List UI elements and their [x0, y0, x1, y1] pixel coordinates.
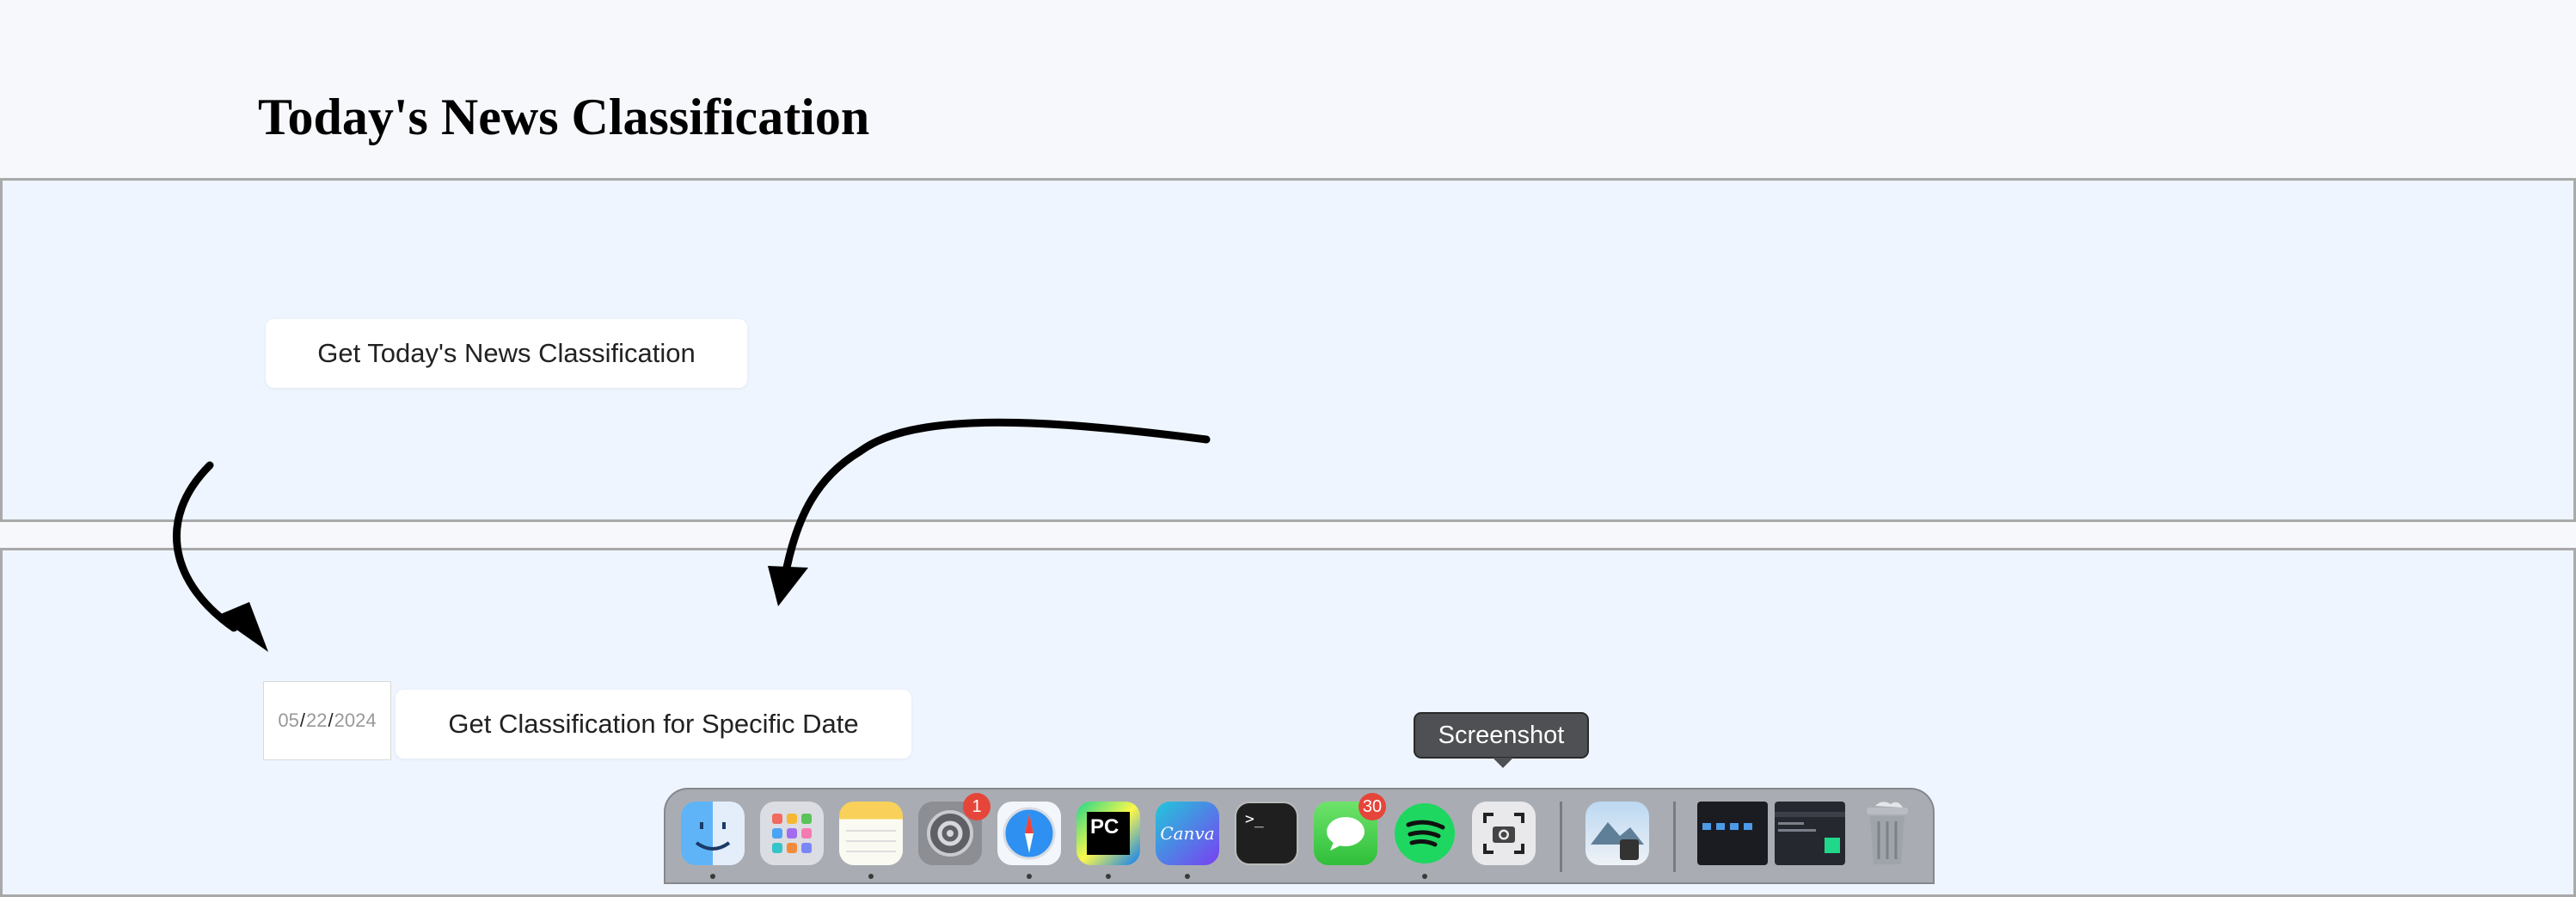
get-date-classification-button[interactable]: Get Classification for Specific Date — [396, 690, 911, 759]
get-today-classification-button[interactable]: Get Today's News Classification — [266, 319, 747, 388]
page-title: Today's News Classification — [258, 89, 870, 145]
date-year: 2024 — [334, 710, 377, 731]
terminal-icon[interactable]: >_ — [1235, 802, 1298, 865]
safari-running-indicator — [1027, 874, 1032, 879]
finder-window-thumbnail-icon[interactable] — [1697, 802, 1768, 865]
notes-running-indicator — [868, 874, 874, 879]
safari-icon[interactable] — [997, 802, 1061, 865]
pycharm-icon[interactable]: PC — [1076, 802, 1140, 865]
pycharm-label: PC — [1087, 812, 1130, 855]
notes-icon[interactable] — [839, 802, 903, 865]
finder-running-indicator — [710, 874, 715, 879]
date-separator: / — [328, 710, 334, 731]
pycharm-running-indicator — [1106, 874, 1111, 879]
dock-divider — [1673, 802, 1676, 872]
terminal-label: >_ — [1245, 810, 1264, 828]
dock-tooltip: Screenshot — [1414, 712, 1589, 768]
today-classification-section: Get Today's News Classification — [0, 178, 2576, 522]
spotify-icon[interactable] — [1393, 802, 1457, 865]
pycharm-window-thumbnail-icon[interactable] — [1775, 802, 1845, 865]
messages-badge: 30 — [1359, 793, 1386, 820]
launchpad-icon[interactable] — [760, 802, 824, 865]
canva-label: Canva — [1160, 823, 1215, 844]
dock: 1 PC Canva >_ 30 — [664, 788, 1935, 884]
dock-divider — [1560, 802, 1562, 872]
spotify-running-indicator — [1422, 874, 1427, 879]
settings-badge: 1 — [963, 793, 991, 820]
date-input[interactable]: 05/22/2024 — [263, 681, 391, 760]
date-day: 22 — [306, 710, 328, 731]
settings-icon[interactable]: 1 — [918, 793, 991, 865]
finder-icon[interactable] — [681, 802, 745, 865]
date-separator: / — [299, 710, 306, 731]
screenshot-icon[interactable] — [1472, 802, 1536, 865]
canva-running-indicator — [1185, 874, 1190, 879]
canva-icon[interactable]: Canva — [1156, 802, 1219, 865]
preview-icon[interactable] — [1585, 802, 1649, 865]
messages-icon[interactable]: 30 — [1314, 793, 1386, 865]
trash-icon[interactable] — [1855, 802, 1919, 865]
date-month: 05 — [278, 710, 299, 731]
